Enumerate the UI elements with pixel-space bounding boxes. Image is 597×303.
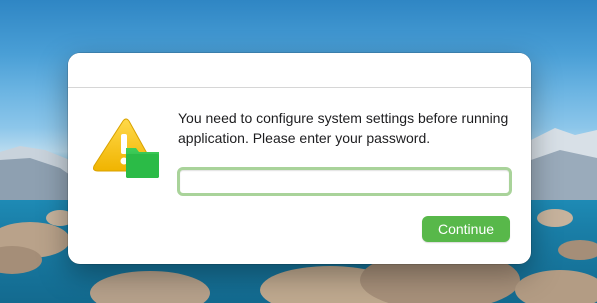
password-dialog: You need to configure system settings be… (68, 53, 531, 264)
dialog-content: You need to configure system settings be… (68, 88, 531, 264)
password-field[interactable] (177, 167, 512, 196)
dialog-message: You need to configure system settings be… (178, 110, 509, 146)
warning-folder-icon (93, 118, 159, 178)
continue-button[interactable]: Continue (422, 216, 510, 242)
dialog-titlebar (68, 53, 531, 88)
desktop-background: You need to configure system settings be… (0, 0, 597, 303)
